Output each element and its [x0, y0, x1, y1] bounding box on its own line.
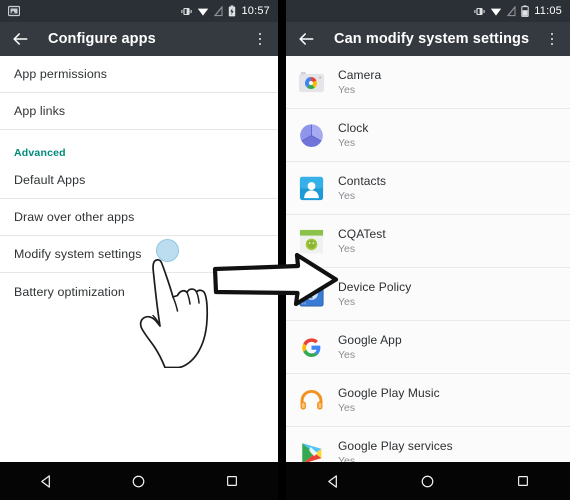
list-item-label: Battery optimization: [14, 284, 125, 299]
app-row-text: Contacts Yes: [338, 174, 386, 203]
left-nav-bar: [0, 462, 278, 500]
app-status: Yes: [338, 348, 356, 361]
play-music-app-icon: [298, 387, 325, 414]
list-item-battery-optimization[interactable]: Battery optimization: [0, 273, 278, 310]
list-item-label: Default Apps: [14, 173, 86, 187]
app-name: Contacts: [338, 173, 387, 188]
battery-icon: [521, 5, 529, 17]
app-row-contacts[interactable]: Contacts Yes: [286, 162, 570, 215]
app-row-text: Device Policy Yes: [338, 280, 411, 309]
list-item-app-links[interactable]: App links: [0, 93, 278, 130]
right-status-bar: 11:05: [286, 0, 570, 22]
app-row-text: CQATest Yes: [338, 227, 386, 256]
clock-app-icon: [298, 122, 325, 149]
configure-apps-list: App permissions App links Advanced Defau…: [0, 56, 278, 310]
list-item-label: Draw over other apps: [14, 210, 135, 224]
app-status: Yes: [338, 136, 356, 149]
nav-recents-icon[interactable]: [217, 466, 247, 496]
wifi-icon: [198, 8, 209, 16]
left-status-bar: 10:57: [0, 0, 278, 22]
overflow-menu-icon[interactable]: [544, 29, 560, 49]
app-row-text: Google App Yes: [338, 333, 402, 362]
left-page-title: Configure apps: [48, 31, 156, 47]
can-modify-system-settings-list: Camera Yes Clock Yes Contacts Yes CQATes…: [286, 56, 570, 480]
device-policy-app-icon: [298, 281, 325, 308]
app-status: Yes: [338, 401, 356, 414]
screenshot-stage: 10:57 Configure apps App permissions App…: [0, 0, 570, 500]
contacts-app-icon: [298, 175, 325, 202]
app-row-device-policy[interactable]: Device Policy Yes: [286, 268, 570, 321]
signal-off-icon: [507, 5, 516, 16]
section-header-advanced: Advanced: [0, 130, 278, 162]
app-row-clock[interactable]: Clock Yes: [286, 109, 570, 162]
left-app-bar: Configure apps: [0, 22, 278, 56]
right-status-right-icons: 11:05: [474, 5, 562, 17]
right-nav-bar: [286, 462, 570, 500]
left-phone-screenshot: 10:57 Configure apps App permissions App…: [0, 0, 278, 500]
nav-home-icon[interactable]: [413, 466, 443, 496]
list-item-modify-system-settings[interactable]: Modify system settings: [0, 236, 278, 273]
app-row-cqatest[interactable]: CQATest Yes: [286, 215, 570, 268]
list-item-label: App links: [14, 104, 66, 118]
cqatest-app-icon: [298, 228, 325, 255]
back-arrow-icon[interactable]: [10, 29, 30, 49]
nav-back-icon[interactable]: [31, 466, 61, 496]
app-name: Device Policy: [338, 279, 412, 294]
nav-recents-icon[interactable]: [508, 466, 538, 496]
app-row-google-app[interactable]: Google App Yes: [286, 321, 570, 374]
app-name: Google Play Music: [338, 385, 440, 400]
nav-home-icon[interactable]: [124, 466, 154, 496]
overflow-menu-icon[interactable]: [252, 29, 268, 49]
nav-back-icon[interactable]: [318, 466, 348, 496]
app-name: Google Play services: [338, 438, 453, 453]
right-app-bar: Can modify system settings: [286, 22, 570, 56]
right-status-time: 11:05: [534, 5, 562, 17]
right-phone-screenshot: 11:05 Can modify system settings Camera …: [286, 0, 570, 500]
app-row-text: Google Play Music Yes: [338, 386, 440, 415]
app-status: Yes: [338, 189, 356, 202]
section-header-label: Advanced: [14, 147, 66, 159]
left-status-time: 10:57: [241, 5, 270, 17]
app-name: Clock: [338, 120, 369, 135]
battery-charging-icon: [229, 5, 236, 17]
vibrate-icon: [474, 7, 485, 15]
wifi-icon: [491, 8, 502, 16]
list-item-app-permissions[interactable]: App permissions: [0, 56, 278, 93]
screenshot-icon: [8, 5, 20, 17]
camera-app-icon: [298, 69, 325, 96]
vibrate-icon: [181, 7, 193, 15]
app-name: CQATest: [338, 226, 386, 241]
app-name: Google App: [338, 332, 402, 347]
app-status: Yes: [338, 83, 356, 96]
left-status-left-icons: [8, 5, 20, 17]
list-item-label: App permissions: [14, 67, 108, 81]
panel-divider: [278, 0, 286, 500]
list-item-draw-over-other-apps[interactable]: Draw over other apps: [0, 199, 278, 236]
app-status: Yes: [338, 295, 356, 308]
signal-off-icon: [214, 5, 224, 16]
app-row-text: Clock Yes: [338, 121, 369, 150]
app-name: Camera: [338, 67, 382, 82]
app-row-google-play-music[interactable]: Google Play Music Yes: [286, 374, 570, 427]
right-page-title: Can modify system settings: [334, 31, 530, 47]
app-row-camera[interactable]: Camera Yes: [286, 56, 570, 109]
app-status: Yes: [338, 242, 356, 255]
left-status-right-icons: 10:57: [181, 5, 270, 17]
list-item-label: Modify system settings: [14, 247, 142, 261]
app-row-text: Camera Yes: [338, 68, 381, 97]
back-arrow-icon[interactable]: [296, 29, 316, 49]
list-item-default-apps[interactable]: Default Apps: [0, 162, 278, 199]
google-app-icon: [298, 334, 325, 361]
